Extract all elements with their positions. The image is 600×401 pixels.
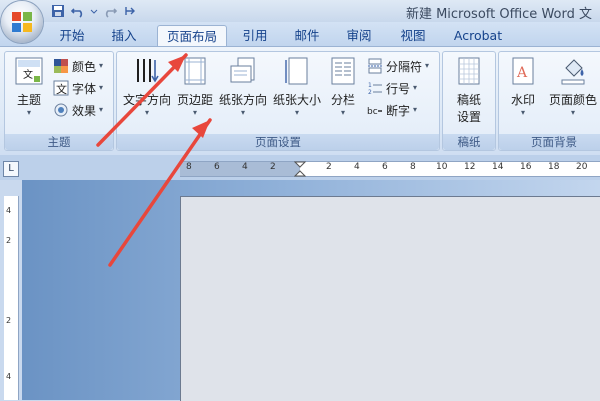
hyphenation-button[interactable]: bc 断字 ▾	[367, 100, 417, 120]
themes-group: 文 主题 ▾ 颜色 ▾ 文 字体 ▾ 效果 ▾ 主题	[4, 51, 114, 151]
svg-text:文: 文	[56, 82, 67, 96]
theme-fonts-button[interactable]: 文 字体 ▾	[53, 78, 103, 98]
vertical-ruler[interactable]: 4 2 2 4	[4, 196, 19, 400]
themes-icon: 文	[15, 57, 43, 85]
office-logo-icon	[12, 12, 32, 32]
ruler-tick: 4	[6, 372, 12, 381]
ruler-tick: 2	[270, 162, 276, 172]
columns-button[interactable]: 分栏 ▾	[327, 56, 359, 118]
text-direction-button[interactable]: 文字方向 ▾	[121, 56, 173, 118]
save-icon[interactable]	[50, 3, 66, 19]
page-setup-group-label: 页面设置	[117, 134, 439, 150]
ruler-tick: 16	[520, 162, 532, 172]
ruler-tick: 2	[326, 162, 332, 172]
ruler-tick: 20	[576, 162, 588, 172]
ruler-tick: 2	[6, 236, 12, 245]
theme-effects-button[interactable]: 效果 ▾	[53, 100, 103, 120]
color-palette-icon	[54, 59, 68, 73]
page-size-icon	[285, 57, 308, 85]
line-numbers-button[interactable]: 1 2 行号 ▾	[367, 78, 417, 98]
page-size-button[interactable]: 纸张大小 ▾	[271, 56, 323, 118]
orientation-icon	[230, 57, 255, 83]
font-icon: 文	[53, 80, 69, 96]
manuscript-settings-button[interactable]: 稿纸 设置	[449, 56, 489, 125]
tab-acrobat[interactable]: Acrobat	[448, 25, 508, 46]
breaks-icon	[368, 58, 382, 74]
manuscript-icon	[458, 57, 480, 85]
paint-bucket-icon	[561, 59, 585, 85]
breaks-button[interactable]: 分隔符 ▾	[367, 56, 429, 76]
quick-access-toolbar	[50, 2, 138, 20]
svg-text:A: A	[516, 65, 528, 81]
document-page[interactable]	[180, 196, 600, 401]
text-direction-icon	[137, 59, 159, 83]
svg-text:文: 文	[23, 68, 33, 81]
ruler-tick: 12	[464, 162, 476, 172]
watermark-button[interactable]: A 水印 ▾	[503, 56, 543, 118]
chevron-down-icon[interactable]	[90, 3, 98, 19]
ruler-tick: 6	[382, 162, 388, 172]
columns-icon	[331, 57, 355, 85]
svg-text:2: 2	[368, 89, 372, 96]
manuscript-group: 稿纸 设置 稿纸	[442, 51, 496, 151]
ruler-tick: 4	[354, 162, 360, 172]
themes-group-label: 主题	[5, 134, 113, 150]
ribbon: 文 主题 ▾ 颜色 ▾ 文 字体 ▾ 效果 ▾ 主题 文字方向 ▾ 页边距 ▾ …	[0, 46, 600, 156]
office-button[interactable]	[1, 1, 43, 43]
margins-icon	[184, 57, 206, 85]
ruler-tick: 4	[242, 162, 248, 172]
manuscript-group-label: 稿纸	[443, 134, 495, 150]
svg-text:1: 1	[368, 82, 372, 89]
watermark-icon: A	[512, 57, 534, 85]
tab-home[interactable]: 开始	[52, 25, 92, 46]
page-background-group-label: 页面背景	[499, 134, 600, 150]
page-color-button[interactable]: 页面颜色 ▾	[543, 56, 600, 118]
horizontal-ruler[interactable]: 8 6 4 2 2 4 6 8 10 12 14 16 18 20	[180, 161, 600, 177]
ruler-margin-area	[180, 162, 300, 176]
tab-mailings[interactable]: 邮件	[287, 25, 327, 46]
ribbon-tabs: 开始 插入 页面布局 引用 邮件 审阅 视图 Acrobat	[0, 22, 600, 47]
tab-view[interactable]: 视图	[393, 25, 433, 46]
hyphenation-icon: bc	[367, 107, 382, 117]
undo-icon[interactable]	[70, 3, 86, 19]
tab-stop-selector[interactable]: L	[3, 161, 19, 177]
theme-colors-button[interactable]: 颜色 ▾	[53, 56, 103, 76]
indent-marker-icon[interactable]	[294, 161, 306, 177]
ruler-tick: 18	[548, 162, 560, 172]
tab-insert[interactable]: 插入	[104, 25, 144, 46]
redo-icon[interactable]	[102, 3, 118, 19]
svg-text:bc: bc	[367, 107, 378, 117]
ruler-tick: 6	[214, 162, 220, 172]
ruler-tick: 4	[6, 206, 12, 215]
tab-review[interactable]: 审阅	[339, 25, 379, 46]
themes-button[interactable]: 文 主题 ▾	[9, 56, 49, 118]
tab-references[interactable]: 引用	[235, 25, 275, 46]
tab-page-layout[interactable]: 页面布局	[157, 25, 227, 47]
line-numbers-icon: 1 2	[368, 82, 382, 96]
title-bar: 新建 Microsoft Office Word 文	[0, 0, 600, 22]
page-background-group: A 水印 ▾ 页面颜色 ▾ 页面背景	[498, 51, 600, 151]
ruler-tick: 8	[186, 162, 192, 172]
customize-toolbar-icon[interactable]	[122, 3, 138, 19]
ruler-bar: L 8 6 4 2 2 4 6 8 10 12 14 16 18 20	[0, 155, 600, 180]
window-title: 新建 Microsoft Office Word 文	[405, 7, 592, 22]
effects-icon	[54, 103, 68, 117]
ruler-tick: 2	[6, 316, 12, 325]
orientation-button[interactable]: 纸张方向 ▾	[217, 56, 269, 118]
ruler-tick: 8	[410, 162, 416, 172]
ruler-tick: 14	[492, 162, 504, 172]
page-setup-group: 文字方向 ▾ 页边距 ▾ 纸张方向 ▾ 纸张大小 ▾ 分栏 ▾ 分隔符 ▾ 1 …	[116, 51, 440, 151]
ruler-tick: 10	[436, 162, 448, 172]
margins-button[interactable]: 页边距 ▾	[175, 56, 215, 118]
